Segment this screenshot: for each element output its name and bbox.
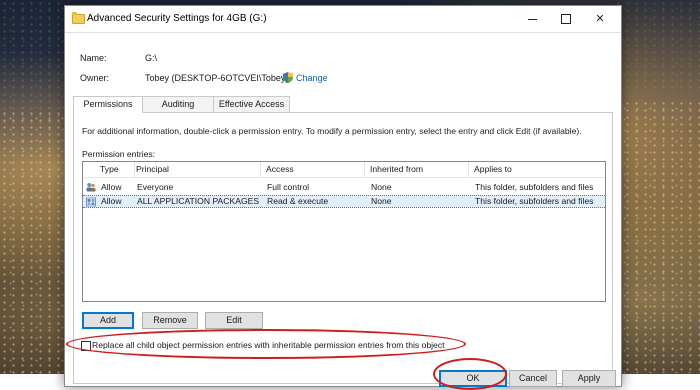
cell-principal: Everyone <box>137 182 174 192</box>
cell-type: Allow <box>101 196 122 206</box>
tab-auditing[interactable]: Auditing <box>142 96 214 112</box>
city-lights-left <box>0 110 65 374</box>
uac-shield-icon <box>283 72 293 83</box>
cell-applies-to: This folder, subfolders and files <box>475 196 594 206</box>
users-icon <box>86 183 96 192</box>
maximize-icon <box>561 14 571 25</box>
add-button[interactable]: Add <box>82 312 134 329</box>
remove-button[interactable]: Remove <box>142 312 198 329</box>
city-lights-right-top <box>614 0 700 94</box>
tab-permissions[interactable]: Permissions <box>73 96 143 113</box>
cell-access: Read & execute <box>267 196 329 206</box>
replace-child-permissions-checkbox[interactable] <box>81 341 91 351</box>
change-owner-link[interactable]: Change <box>296 73 328 83</box>
table-row[interactable]: Allow ALL APPLICATION PACKAGES Read & ex… <box>83 195 605 208</box>
owner-label: Owner: <box>80 73 110 83</box>
ok-button[interactable]: OK <box>439 370 507 387</box>
apply-button[interactable]: Apply <box>562 370 616 387</box>
city-lights-right <box>614 100 700 374</box>
table-row[interactable]: Allow Everyone Full control None This fo… <box>83 181 605 194</box>
owner-value: Tobey (DESKTOP-6OTCVEI\Tobey) <box>145 73 289 83</box>
dialog-content: Name: G:\ Owner: Tobey (DESKTOP-6OTCVEI\… <box>65 32 621 387</box>
cell-applies-to: This folder, subfolders and files <box>475 182 594 192</box>
minimize-button[interactable] <box>515 6 549 32</box>
list-header: Type Principal Access Inherited from App… <box>83 162 605 178</box>
cell-access: Full control <box>267 182 310 192</box>
column-header-type[interactable]: Type <box>95 162 135 177</box>
city-lights-left-top <box>0 0 65 124</box>
minimize-icon <box>527 18 537 20</box>
folder-icon <box>72 12 85 24</box>
tab-effective-access[interactable]: Effective Access <box>213 96 290 112</box>
info-text: For additional information, double-click… <box>82 126 582 136</box>
column-header-access[interactable]: Access <box>261 162 365 177</box>
name-label: Name: <box>80 53 107 63</box>
packages-icon <box>86 197 96 206</box>
window-title: Advanced Security Settings for 4GB (G:) <box>87 13 267 24</box>
maximize-button[interactable] <box>549 6 583 32</box>
cell-type: Allow <box>101 182 122 192</box>
close-icon: ✕ <box>595 13 605 25</box>
column-header-applies-to[interactable]: Applies to <box>469 162 605 177</box>
cell-inherited-from: None <box>371 182 392 192</box>
name-value: G:\ <box>145 53 158 63</box>
column-header-principal[interactable]: Principal <box>131 162 261 177</box>
replace-child-permissions-label[interactable]: Replace all child object permission entr… <box>92 340 445 350</box>
permission-entries-label: Permission entries: <box>82 149 156 159</box>
column-header-inherited-from[interactable]: Inherited from <box>365 162 469 177</box>
edit-button[interactable]: Edit <box>205 312 263 329</box>
cancel-button[interactable]: Cancel <box>509 370 557 387</box>
permission-entries-list[interactable]: Type Principal Access Inherited from App… <box>82 161 606 302</box>
advanced-security-settings-dialog: Advanced Security Settings for 4GB (G:) … <box>64 5 622 387</box>
title-bar[interactable]: Advanced Security Settings for 4GB (G:) … <box>65 6 621 32</box>
close-button[interactable]: ✕ <box>583 6 617 32</box>
cell-principal: ALL APPLICATION PACKAGES <box>137 196 260 206</box>
cell-inherited-from: None <box>371 196 392 206</box>
